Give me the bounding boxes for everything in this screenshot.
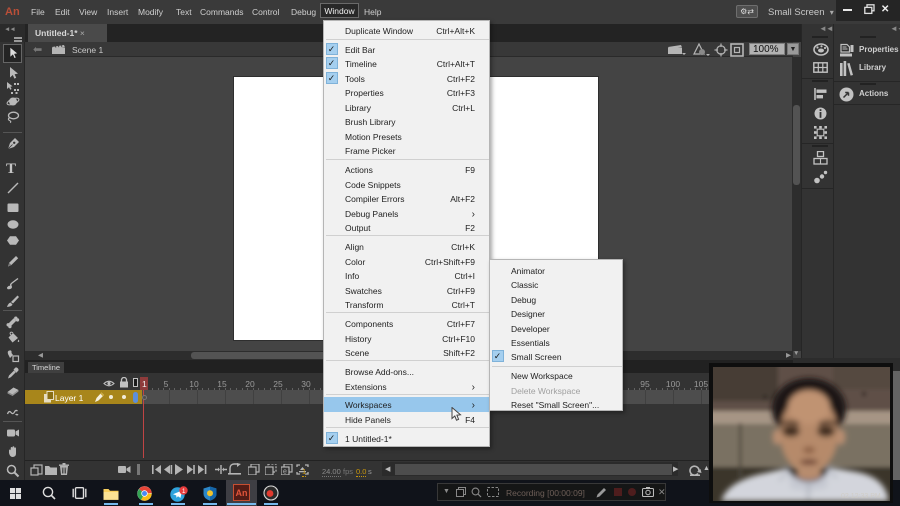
svg-text:02 12:33 PM: 02 12:33 PM (841, 493, 881, 500)
svg-text:1: 1 (182, 488, 186, 495)
svg-text:e: e (283, 469, 287, 476)
